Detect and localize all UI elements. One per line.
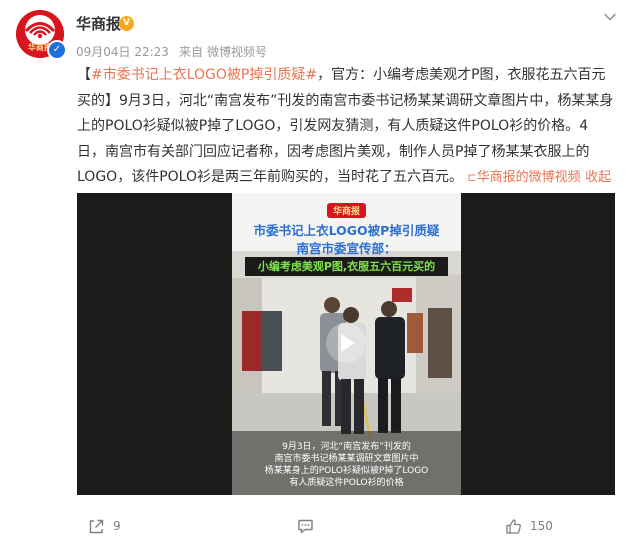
video-player[interactable]: 华商报 市委书记上衣LOGO被P掉引质疑 南宫市委宣传部： 小编考虑美观P图,衣…	[77, 193, 615, 495]
like-count: 150	[530, 519, 553, 533]
post-body: ，官方：小编考虑美观才P图，衣服花五六百元买的】9月3日，河北“南宫发布”刊发的…	[77, 67, 614, 186]
post-meta: 09月04日 22:23 来自 微博视频号	[76, 43, 277, 60]
video-subtitle-line: 有人质疑这件POLO衫的价格	[289, 478, 404, 488]
chevron-down-icon[interactable]	[603, 9, 617, 23]
source-name[interactable]: 微博视频号	[207, 45, 267, 59]
share-button[interactable]: 9	[88, 508, 121, 544]
thumbs-up-icon	[506, 518, 521, 534]
video-link-icon: ⊏	[467, 171, 477, 185]
video-title-line1: 市委书记上衣LOGO被P掉引质疑	[253, 223, 440, 238]
post-time[interactable]: 09月04日 22:23	[76, 45, 169, 59]
video-quote: 小编考虑美观P图,衣服五六百元买的	[245, 257, 448, 276]
bracket-open: 【	[77, 67, 91, 83]
verified-badge-icon: ✓	[47, 40, 67, 60]
comment-icon	[298, 519, 313, 533]
share-icon	[89, 519, 104, 533]
weibo-post-card: 华商报 ✓ 华商报 V 09月04日 22:23 来自 微博视频号 【#市委书记上衣…	[0, 0, 629, 549]
comment-button[interactable]	[297, 508, 322, 544]
video-logo: 华商报	[232, 199, 461, 218]
vip-icon[interactable]: V	[119, 16, 134, 31]
collapse-label: 收起	[585, 170, 612, 186]
video-source-link[interactable]: 华商报的微博视频	[477, 170, 581, 185]
author-name[interactable]: 华商报	[76, 13, 121, 34]
play-button[interactable]	[326, 323, 366, 363]
source-prefix: 来自	[178, 45, 203, 59]
topic-link[interactable]: #市委书记上衣LOGO被P掉引质疑#	[91, 67, 317, 83]
like-button[interactable]: 150	[505, 508, 553, 544]
share-count: 9	[113, 519, 121, 533]
video-title-line2: 南宫市委宣传部：	[296, 241, 397, 256]
action-bar: 9 150	[0, 508, 629, 544]
avatar[interactable]: 华商报 ✓	[16, 10, 67, 60]
